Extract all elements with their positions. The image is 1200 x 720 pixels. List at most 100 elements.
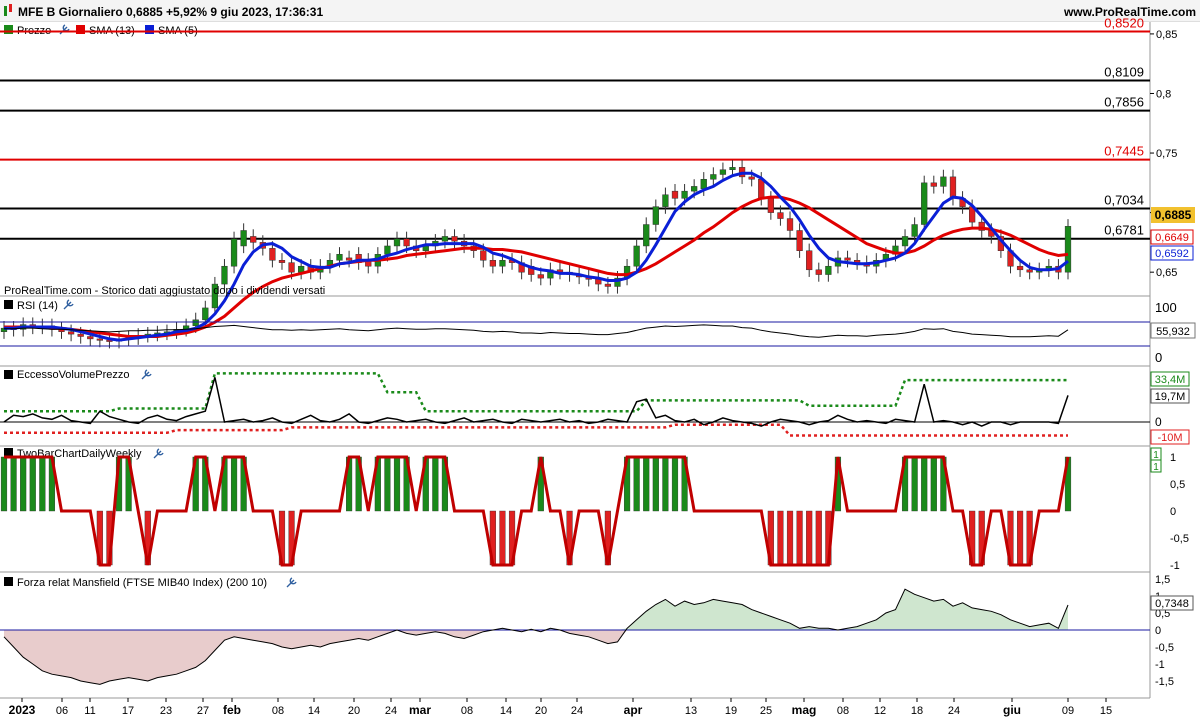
x-axis-label: feb xyxy=(223,703,241,717)
x-axis-label: 15 xyxy=(1100,705,1112,717)
x-axis-label: 20 xyxy=(535,705,547,717)
mansfield-value-tag: 0,7348 xyxy=(1155,598,1189,610)
x-axis-label: 27 xyxy=(197,705,209,717)
level-label: 0,8520 xyxy=(1104,16,1144,31)
evp-axis-0: 0 xyxy=(1155,415,1162,429)
candle xyxy=(1064,219,1072,280)
x-axis-label: 24 xyxy=(571,705,583,717)
level-label: 0,7034 xyxy=(1104,193,1144,208)
level-label: 0,7856 xyxy=(1104,95,1144,110)
x-axis-label: mar xyxy=(409,703,431,717)
x-axis-label: 19 xyxy=(725,705,737,717)
mansfield-axis-label: -0,5 xyxy=(1155,642,1174,654)
x-axis-label: 24 xyxy=(385,705,397,717)
price-axis-label: 0,85 xyxy=(1156,29,1177,41)
twobar-bar xyxy=(643,456,650,512)
x-axis-label: mag xyxy=(792,703,817,717)
twobar-bar xyxy=(777,510,784,566)
twobar-bar xyxy=(815,510,822,566)
twobar-axis-label: 0,5 xyxy=(1170,479,1185,491)
twobar-bar xyxy=(393,456,401,512)
x-axis-label: 17 xyxy=(122,705,134,717)
twobar-bar xyxy=(39,456,46,512)
x-axis-label: 11 xyxy=(84,705,95,717)
x-axis-label: 12 xyxy=(874,705,886,717)
evp-title: EccessoVolumePrezzo xyxy=(17,369,130,381)
rsi-swatch xyxy=(4,300,13,309)
twobar-bar xyxy=(10,456,17,512)
twobar-bar xyxy=(384,456,391,512)
twobar-bar xyxy=(930,456,937,512)
time-axis: 2023 06 11 17 23 27 feb 08 14 20 24 mar 08 14 20 24 apr 1… xyxy=(0,697,1200,720)
chart-title: MFE B Giornaliero 0,6885 +5,92% 9 giu 20… xyxy=(18,5,323,19)
x-axis-label: 20 xyxy=(348,705,360,717)
x-axis-label: 08 xyxy=(461,705,473,717)
rsi-axis-100: 100 xyxy=(1155,300,1177,315)
x-axis-label: 18 xyxy=(911,705,923,717)
price-axis-label: 0,65 xyxy=(1156,267,1177,279)
last-price-tag: 0,6885 xyxy=(1155,208,1192,222)
x-axis-label: 25 xyxy=(760,705,772,717)
rsi-title: RSI (14) xyxy=(17,300,58,312)
x-axis-label: 13 xyxy=(685,705,697,717)
rsi-axis-0: 0 xyxy=(1155,350,1162,365)
x-axis-label: 09 xyxy=(1062,705,1074,717)
candle xyxy=(921,175,928,232)
twobar-bar xyxy=(786,510,794,566)
prezzo-swatch xyxy=(4,25,13,34)
price-axis-label: 0,75 xyxy=(1156,148,1177,160)
x-axis-label: 08 xyxy=(272,705,284,717)
twobar-bar xyxy=(20,456,27,512)
evp-last-tag: 19,7M xyxy=(1155,391,1186,403)
twobar-bar xyxy=(662,456,669,512)
x-axis-label: 08 xyxy=(837,705,849,717)
mansfield-axis-label: -1,5 xyxy=(1155,676,1174,688)
twobar-bar xyxy=(230,456,238,512)
rsi-value-tag: 55,932 xyxy=(1156,326,1190,338)
twobar-tag-2: 1 xyxy=(1153,462,1159,473)
chart-canvas: MFE B Giornaliero 0,6885 +5,92% 9 giu 20… xyxy=(0,0,1200,720)
twobar-axis-label: -1 xyxy=(1170,560,1180,572)
twobar-tag-1: 1 xyxy=(1153,450,1159,461)
level-label: 0,6781 xyxy=(1104,223,1144,238)
twobar-bar xyxy=(0,456,8,512)
twobar-bar xyxy=(921,456,928,512)
twobar-bar xyxy=(796,510,803,566)
mansfield-swatch xyxy=(4,577,13,586)
twobar-bar xyxy=(1016,510,1024,566)
sma5-tag: 0,6592 xyxy=(1155,248,1189,260)
sma5-swatch xyxy=(145,25,154,34)
twobar-bar xyxy=(671,456,679,512)
x-axis-label: 24 xyxy=(948,705,960,717)
header-bar: MFE B Giornaliero 0,6885 +5,92% 9 giu 20… xyxy=(0,0,1200,23)
level-label: 0,8109 xyxy=(1104,64,1144,79)
twobar-axis-label: 0 xyxy=(1170,506,1176,518)
twobar-axis-label: 1 xyxy=(1170,452,1176,464)
x-axis-label: 06 xyxy=(56,705,68,717)
evp-lower-tag: -10M xyxy=(1157,432,1182,444)
twobar-axis-label: -0,5 xyxy=(1170,533,1189,545)
legend-row: Prezzo SMA (13) SMA (5) xyxy=(0,22,1150,38)
sma13-tag: 0,6649 xyxy=(1155,232,1189,244)
x-axis-label: 2023 xyxy=(9,703,36,717)
x-axis-label: 14 xyxy=(308,705,320,717)
x-axis-label: 14 xyxy=(500,705,512,717)
price-tags: 0,6885 0,6649 0,6592 xyxy=(1150,207,1195,261)
twobar-bar xyxy=(633,456,640,512)
twobar-bar xyxy=(806,510,813,566)
twobar-bar xyxy=(652,456,659,512)
mansfield-axis-label: 1,5 xyxy=(1155,574,1170,586)
dividend-notice: ProRealTime.com - Storico dati aggiustat… xyxy=(4,285,325,297)
twobar-bar xyxy=(29,456,36,512)
twobar-bar xyxy=(911,456,918,512)
mansfield-axis-label: -1 xyxy=(1155,659,1165,671)
level-label: 0,7445 xyxy=(1104,144,1144,159)
evp-swatch xyxy=(4,370,13,379)
twobar-bar xyxy=(432,456,439,512)
x-axis-label: 23 xyxy=(160,705,172,717)
sma13-swatch xyxy=(76,25,85,34)
mansfield-axis-label: 0 xyxy=(1155,625,1161,637)
x-axis-label: giu xyxy=(1003,703,1021,717)
twobar-bar xyxy=(499,510,506,566)
price-axis-label: 0,8 xyxy=(1156,88,1171,100)
